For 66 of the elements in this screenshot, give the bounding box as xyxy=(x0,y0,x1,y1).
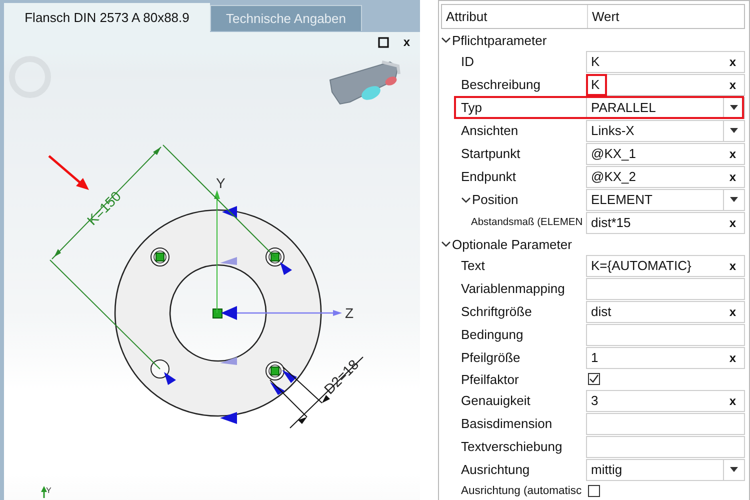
clear-button[interactable]: x xyxy=(729,258,744,272)
document-tab[interactable]: Flansch DIN 2573 A 80x88.9 xyxy=(4,3,210,32)
clear-button[interactable]: x xyxy=(729,350,744,364)
maximize-icon[interactable] xyxy=(378,36,390,48)
property-label: Text xyxy=(461,258,485,273)
column-header: Wert xyxy=(587,5,744,28)
group-label: Pflichtparameter xyxy=(452,32,547,48)
input-field[interactable]: @KX_1 x xyxy=(586,142,745,164)
input-field[interactable]: dist*15 x xyxy=(586,212,745,234)
caret-icon[interactable] xyxy=(730,105,738,110)
caret-icon[interactable] xyxy=(730,467,738,472)
checkbox[interactable] xyxy=(588,485,600,497)
input-field[interactable]: K={AUTOMATIC} x xyxy=(586,254,745,276)
property-label: Ansichten xyxy=(461,123,518,138)
checkbox[interactable] xyxy=(588,373,600,385)
axis-label: Y xyxy=(46,486,52,495)
clear-button[interactable]: x xyxy=(729,216,744,230)
input-field[interactable] xyxy=(586,278,745,300)
property-label: Position xyxy=(472,192,518,207)
axis-arrow-icon xyxy=(41,486,47,498)
chevron-down-icon[interactable] xyxy=(441,239,451,249)
property-label: Variablenmapping xyxy=(461,281,565,296)
clear-button[interactable]: x xyxy=(729,78,744,92)
property-label: Ausrichtung xyxy=(461,462,530,477)
caret-icon[interactable] xyxy=(730,197,738,202)
property-label: Beschreibung xyxy=(461,77,540,92)
input-field[interactable]: K x xyxy=(586,50,745,72)
chevron-down-icon[interactable] xyxy=(461,194,471,204)
property-label: Genauigkeit xyxy=(461,393,530,408)
input-field[interactable] xyxy=(586,436,745,458)
property-label: Basisdimension xyxy=(461,416,552,431)
input-field[interactable]: 1 x xyxy=(586,346,745,368)
input-field[interactable]: @KX_2 x xyxy=(586,166,745,188)
axis-label: Z xyxy=(345,305,354,321)
dropdown[interactable]: ELEMENT xyxy=(586,188,745,210)
column-header: Attribut xyxy=(445,8,488,26)
input-field[interactable]: 3 x xyxy=(586,390,745,412)
property-label: Typ xyxy=(461,100,482,115)
property-label: ID xyxy=(461,54,474,69)
clear-button[interactable]: x xyxy=(729,54,744,68)
group-label: Optionale Parameter xyxy=(452,236,572,252)
caret-icon[interactable] xyxy=(730,128,738,133)
property-label: Ausrichtung (automatisc xyxy=(461,485,582,497)
axis-label: Y xyxy=(216,175,226,191)
clear-button[interactable]: x xyxy=(729,170,744,184)
property-label: Endpunkt xyxy=(461,169,516,184)
close-button[interactable]: x xyxy=(401,35,412,49)
property-label: Schriftgröße xyxy=(461,304,532,319)
dropdown[interactable]: Links-X xyxy=(586,120,745,142)
input-field[interactable]: dist x xyxy=(586,300,745,322)
clear-button[interactable]: x xyxy=(729,304,744,318)
clear-button[interactable]: x xyxy=(729,394,744,408)
input-field[interactable]: K x xyxy=(586,74,745,96)
chevron-down-icon[interactable] xyxy=(441,35,451,45)
clear-button[interactable]: x xyxy=(729,146,744,160)
property-label: Bedingung xyxy=(461,327,524,342)
property-label: Pfeilgröße xyxy=(461,350,520,365)
input-field[interactable] xyxy=(586,324,745,346)
property-label: Startpunkt xyxy=(461,146,520,161)
property-label: Textverschiebung xyxy=(461,439,562,454)
pointer-arrow xyxy=(48,155,89,190)
property-label: Pfeilfaktor xyxy=(461,372,519,386)
input-field[interactable] xyxy=(586,412,745,434)
dropdown[interactable]: mittig xyxy=(586,458,745,480)
3d-glasses-icon[interactable] xyxy=(329,60,400,105)
property-label: Abstandsmaß (ELEMEN xyxy=(471,217,583,228)
